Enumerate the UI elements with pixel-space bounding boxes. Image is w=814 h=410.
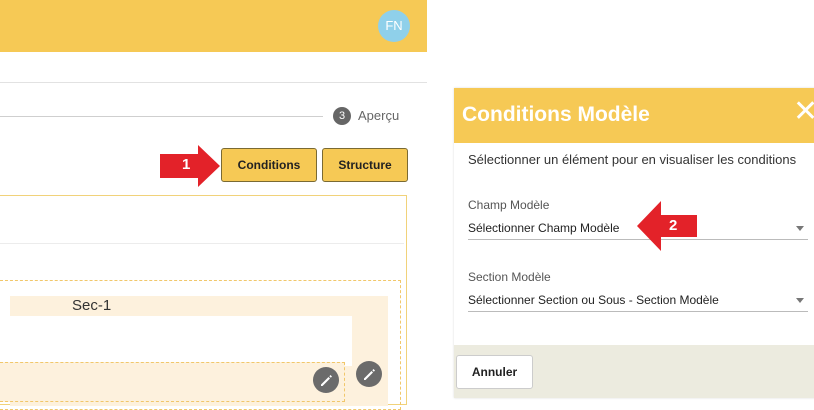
arrow-left-icon (637, 201, 697, 251)
section-content (0, 316, 352, 366)
pencil-icon (364, 369, 375, 380)
modal-description: Sélectionner un élément pour en visualis… (468, 152, 797, 167)
chevron-down-icon (796, 298, 804, 303)
section-modele-value: Sélectionner Section ou Sous - Section M… (468, 293, 719, 307)
conditions-button[interactable]: Conditions (221, 148, 317, 182)
section-modele-label: Section Modèle (468, 270, 551, 284)
close-icon[interactable]: ✕ (793, 97, 814, 127)
annotation-arrow-2: 2 (637, 199, 699, 253)
divider (0, 82, 427, 83)
frame-divider (0, 243, 404, 244)
edit-subsection-button[interactable] (313, 367, 339, 393)
champ-modele-value: Sélectionner Champ Modèle (468, 221, 620, 235)
chevron-down-icon (796, 226, 804, 231)
step-number-badge[interactable]: 3 (333, 107, 351, 125)
user-avatar[interactable]: FN (378, 10, 410, 42)
step-label[interactable]: Aperçu (358, 108, 399, 123)
subsection-box[interactable] (0, 362, 345, 402)
champ-modele-label: Champ Modèle (468, 198, 550, 212)
stepper-line (0, 116, 323, 117)
annotation-arrow-1: 1 (160, 145, 222, 187)
arrow-number: 2 (669, 217, 678, 234)
cancel-button[interactable]: Annuler (456, 355, 533, 389)
section-label: Sec-1 (72, 297, 112, 314)
modal-title: Conditions Modèle (462, 103, 650, 126)
arrow-right-icon (160, 145, 220, 187)
edit-section-button[interactable] (356, 361, 382, 387)
pencil-icon (321, 375, 332, 386)
top-bar (0, 0, 427, 52)
structure-button[interactable]: Structure (322, 148, 408, 182)
section-modele-select[interactable]: Sélectionner Section ou Sous - Section M… (468, 293, 808, 312)
arrow-number: 1 (182, 156, 191, 173)
